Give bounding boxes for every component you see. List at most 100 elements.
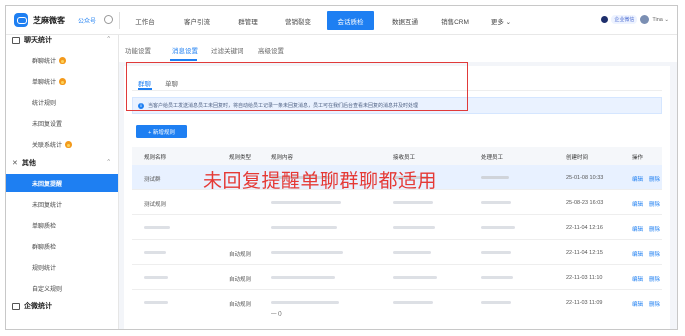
- sidebar-item-group-stats[interactable]: 群聊统计: [6, 51, 118, 69]
- column-header: 创建时间: [566, 155, 589, 161]
- sidebar-item-label: 关联系统计: [32, 142, 63, 149]
- nav-group[interactable]: 群管理: [231, 6, 265, 35]
- nav-workbench[interactable]: 工作台: [128, 6, 162, 35]
- sidebar-item-label: 自定义规则: [32, 286, 63, 293]
- redacted-content: [271, 226, 337, 229]
- sidebar-group-label: 企微统计: [24, 303, 52, 310]
- column-header: 规则名称: [144, 155, 167, 161]
- rule-content-extra: — (): [271, 311, 282, 317]
- table-header: 规则名称 规则类型 规则内容 接收员工 处理员工 创建时间 操作: [132, 147, 662, 165]
- sidebar-item-noreply-reminder[interactable]: 未回复提醒: [6, 174, 118, 192]
- delete-link[interactable]: 删除: [649, 300, 660, 308]
- redacted-name: [144, 226, 170, 229]
- sidebar-item-stat-rules[interactable]: 统计规则: [6, 93, 118, 111]
- table-row[interactable]: 自动规则 22-11-04 12:15 编辑 删除: [132, 240, 662, 265]
- sidebar-item-noreply-settings[interactable]: 未回复设置: [6, 114, 118, 132]
- nav-more[interactable]: 更多 ⌄: [484, 6, 518, 35]
- delete-link[interactable]: 删除: [649, 250, 660, 258]
- edit-link[interactable]: 编辑: [632, 300, 643, 308]
- nav-marketing[interactable]: 营销裂变: [277, 6, 319, 35]
- chevron-up-icon[interactable]: ^: [107, 159, 110, 165]
- table-row[interactable]: 22-11-04 12:16 编辑 删除: [132, 215, 662, 240]
- redacted-handler: [481, 276, 513, 279]
- created-time: 22-11-03 11:09: [566, 300, 603, 306]
- redacted-handler: [481, 251, 511, 254]
- delete-link[interactable]: 删除: [649, 175, 660, 183]
- account-switch[interactable]: 公众号: [78, 16, 96, 25]
- table-row[interactable]: 测试规则 25-08-23 16:03 编辑 删除: [132, 190, 662, 215]
- nav-crm[interactable]: 销售CRM: [434, 6, 476, 35]
- power-icon[interactable]: [104, 15, 113, 24]
- created-time: 22-11-04 12:16: [566, 225, 603, 231]
- sidebar-item-label: 未回复提醒: [32, 181, 63, 188]
- sidebar-item-group-qc[interactable]: 群聊质检: [6, 237, 118, 255]
- sidebar: 聊天统计 ^ 群聊统计 单聊统计 统计规则 未回复设置 关联系统计 ✕ 其他 ^…: [6, 35, 119, 329]
- nav-customer[interactable]: 客户引流: [176, 6, 218, 35]
- sidebar-group-other[interactable]: ✕ 其他: [12, 158, 36, 168]
- sidebar-item-label: 规则统计: [32, 265, 57, 272]
- settings-tabs: 功能设置 消息设置 过滤关键词 高级设置: [119, 35, 677, 62]
- chevron-up-icon[interactable]: ^: [107, 36, 110, 42]
- avatar[interactable]: [640, 15, 650, 24]
- sidebar-item-custom-rules[interactable]: 自定义规则: [6, 279, 118, 297]
- enterprise-badge: 企业微信: [611, 15, 638, 24]
- annotation-text: 未回复提醒单聊群聊都适用: [203, 170, 438, 192]
- edit-link[interactable]: 编辑: [632, 200, 643, 208]
- redacted-handler: [481, 201, 511, 204]
- sidebar-group-chat[interactable]: 聊天统计: [12, 35, 52, 45]
- tab-function-settings[interactable]: 功能设置: [125, 45, 151, 55]
- sidebar-item-label: 单聊统计: [32, 79, 57, 86]
- column-header: 接收员工: [393, 155, 416, 161]
- created-time: 25-01-08 10:33: [566, 175, 604, 181]
- brand-name: 芝麻微客: [33, 16, 65, 25]
- column-header: 规则类型: [229, 155, 252, 161]
- divider: [119, 12, 120, 29]
- hot-icon: [65, 140, 73, 148]
- sidebar-item-label: 统计规则: [32, 100, 57, 107]
- edit-link[interactable]: 编辑: [632, 175, 643, 183]
- rule-name: 测试规则: [144, 202, 167, 208]
- edit-link[interactable]: 编辑: [632, 250, 643, 258]
- redacted-handler: [481, 301, 511, 304]
- sidebar-group-label: 其他: [21, 160, 36, 167]
- delete-link[interactable]: 删除: [649, 200, 660, 208]
- edit-link[interactable]: 编辑: [632, 275, 643, 283]
- delete-link[interactable]: 删除: [649, 225, 660, 233]
- column-header: 规则内容: [271, 155, 294, 161]
- user-name[interactable]: Tina ⌄: [652, 17, 669, 23]
- sidebar-item-noreply-stats[interactable]: 未回复统计: [6, 195, 118, 213]
- sidebar-item-related-stats[interactable]: 关联系统计: [6, 135, 118, 153]
- table-row[interactable]: 自动规则 22-11-03 11:10 编辑 删除: [132, 265, 662, 290]
- redacted-content: [271, 276, 335, 279]
- redacted-receiver: [393, 276, 437, 279]
- sidebar-group-enterprise[interactable]: 企微统计: [12, 301, 52, 311]
- table-row[interactable]: 自动规则 — () 22-11-03 11:09 编辑 删除: [132, 290, 662, 324]
- hot-icon: [59, 56, 67, 64]
- redacted-receiver: [393, 301, 433, 304]
- sidebar-item-label: 未回复统计: [32, 202, 63, 209]
- tab-message-settings[interactable]: 消息设置: [172, 45, 198, 55]
- rule-type: 自动规则: [229, 252, 252, 258]
- sidebar-item-label: 单聊质检: [32, 223, 57, 230]
- top-bar: 芝麻微客 公众号 工作台 客户引流 群管理 营销裂变 会话质检 数据互通 销售C…: [6, 6, 677, 35]
- active-tab-indicator: [170, 59, 197, 61]
- user-area: 企业微信 Tina ⌄: [601, 15, 669, 24]
- column-header: 处理员工: [481, 155, 504, 161]
- redacted-name: [144, 301, 168, 304]
- redacted-handler: [481, 226, 515, 229]
- sidebar-item-single-qc[interactable]: 单聊质检: [6, 216, 118, 234]
- tab-advanced-settings[interactable]: 高级设置: [258, 45, 284, 55]
- nav-data[interactable]: 数据互通: [384, 6, 426, 35]
- redacted-handler: [481, 176, 509, 179]
- delete-link[interactable]: 删除: [649, 275, 660, 283]
- tools-icon: ✕: [12, 160, 18, 167]
- sidebar-item-rule-stats[interactable]: 规则统计: [6, 258, 118, 276]
- sidebar-item-single-stats[interactable]: 单聊统计: [6, 72, 118, 90]
- edit-link[interactable]: 编辑: [632, 225, 643, 233]
- add-rule-button[interactable]: + 新增规则: [136, 125, 187, 138]
- tab-filter-keywords[interactable]: 过滤关键词: [211, 45, 244, 55]
- nav-session-qc[interactable]: 会话质检: [327, 11, 374, 30]
- redacted-content: [271, 251, 343, 254]
- redacted-receiver: [393, 201, 433, 204]
- redacted-content: [271, 201, 341, 204]
